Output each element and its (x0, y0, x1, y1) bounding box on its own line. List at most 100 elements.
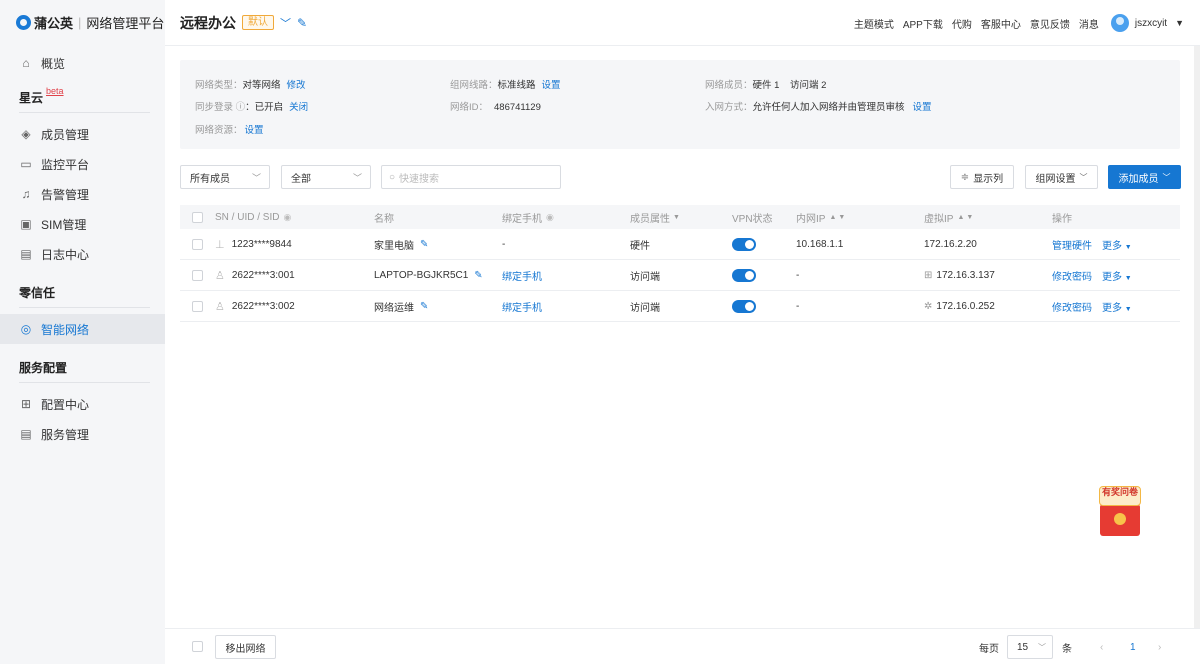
more-dropdown[interactable]: 更多 ▼ (1102, 268, 1132, 283)
user-icon: ♙ (215, 300, 225, 313)
header-label: 绑定手机 (502, 213, 542, 225)
edit-pencil-icon[interactable]: ✎ (420, 301, 428, 312)
vpn-toggle[interactable] (732, 299, 756, 313)
join-method-settings-link[interactable]: 设置 (913, 102, 932, 113)
network-switch-chevron-icon[interactable]: ﹀ (280, 15, 291, 31)
bind-phone-link[interactable]: 绑定手机 (502, 299, 542, 314)
select-value: 所有成员 (190, 173, 230, 185)
info-members: 网络成员：硬件 1 访问端 2 (705, 77, 826, 91)
chevron-down-icon: ﹀ (1038, 642, 1046, 652)
sidebar-item-member-mgmt[interactable]: ◈ 成员管理 (0, 119, 165, 149)
edit-pencil-icon[interactable]: ✎ (420, 239, 428, 250)
change-password-link[interactable]: 修改密码 (1052, 268, 1092, 283)
network-settings-button[interactable]: 组网设置 ﹀ (1025, 165, 1098, 189)
edit-network-name-pencil-icon[interactable]: ✎ (297, 16, 307, 30)
sidebar-item-overview[interactable]: ⌂ 概览 (0, 48, 165, 78)
home-icon: ⌂ (22, 56, 30, 70)
remove-from-network-button[interactable]: 移出网络 (215, 635, 276, 659)
display-columns-button[interactable]: ≑ 显示列 (950, 165, 1014, 189)
survey-promo-button[interactable]: 有奖问卷 (1097, 484, 1143, 538)
eye-icon[interactable]: ◉ (283, 212, 291, 223)
chevron-down-icon: ﹀ (251, 173, 261, 183)
purchase-link[interactable]: 代购 (952, 16, 972, 31)
more-dropdown[interactable]: 更多 ▼ (1102, 237, 1132, 252)
prev-page-icon[interactable]: ‹ (1100, 629, 1103, 664)
cell-attr: 访问端 (630, 302, 660, 314)
button-label: 组网设置 (1035, 173, 1076, 185)
support-center-link[interactable]: 客服中心 (981, 16, 1021, 31)
messages-link[interactable]: 消息 (1079, 16, 1099, 31)
sidebar-item-sim[interactable]: ▣ SIM管理 (0, 209, 165, 239)
add-member-button[interactable]: 添加成员 ﹀ (1108, 165, 1181, 189)
cell-name: LAPTOP-BGJKR5C1 ✎ (374, 260, 483, 290)
theme-mode-link[interactable]: 主题模式 (854, 16, 894, 31)
sidebar-item-label: 成员管理 (41, 127, 90, 142)
cell-attr: 硬件 (630, 240, 650, 252)
sidebar-item-alert[interactable]: ♫ 告警管理 (0, 179, 165, 209)
member-filter-select[interactable]: 所有成员 ﹀ (180, 165, 270, 189)
sidebar-item-service-mgmt[interactable]: ▤ 服务管理 (0, 419, 165, 449)
cell-vpn (732, 260, 756, 290)
next-page-icon[interactable]: › (1158, 629, 1161, 664)
status-filter-select[interactable]: 全部 ﹀ (281, 165, 371, 189)
header-lan-ip[interactable]: 内网IP ▲▼ (796, 205, 847, 229)
sidebar-item-label: 监控平台 (41, 157, 90, 172)
cell-name: 家里电脑 ✎ (374, 229, 428, 259)
change-password-link[interactable]: 修改密码 (1052, 299, 1092, 314)
network-resource-settings-link[interactable]: 设置 (245, 125, 264, 136)
cell-text: 172.16.2.20 (924, 238, 977, 250)
info-value: 对等网络 (242, 80, 281, 91)
sidebar-item-label: 服务管理 (41, 427, 90, 442)
cell-ops: 修改密码 更多 ▼ (1052, 291, 1132, 321)
row-checkbox[interactable] (192, 229, 203, 259)
vpn-toggle[interactable] (732, 237, 756, 251)
cell-name: 网络运维 ✎ (374, 291, 428, 321)
sidebar-item-label: 概览 (41, 56, 66, 71)
edit-pencil-icon[interactable]: ✎ (474, 270, 482, 281)
username[interactable]: jszxcyit (1135, 18, 1167, 29)
page-number-current[interactable]: 1 (1130, 629, 1136, 664)
manage-hardware-link[interactable]: 管理硬件 (1052, 237, 1092, 252)
select-value: 15 (1017, 641, 1029, 653)
user-menu-caret-icon[interactable]: ▼ (1175, 18, 1184, 28)
sidebar-item-log[interactable]: ▤ 日志中心 (0, 239, 165, 269)
sidebar-item-config-center[interactable]: ⊞ 配置中心 (0, 389, 165, 419)
search-input[interactable]: ○ 快速搜索 (381, 165, 561, 189)
header-virtual-ip[interactable]: 虚拟IP ▲▼ (924, 205, 975, 229)
network-icon: ◎ (20, 322, 32, 336)
row-checkbox[interactable] (192, 260, 203, 290)
help-circle-icon[interactable]: ⓘ (233, 102, 246, 113)
per-page-unit: 条 (1062, 643, 1072, 655)
sidebar: 蒲公英 | 网络管理平台 ⌂ 概览 星云 beta ◈ 成员管理 ▭ 监控平台 … (0, 0, 165, 664)
footer-select-all-checkbox[interactable] (192, 641, 203, 652)
brand-logo-icon (16, 14, 31, 30)
info-label: 网络成员： (705, 80, 753, 91)
search-placeholder: 快速搜索 (399, 173, 440, 185)
bind-phone-link[interactable]: 绑定手机 (502, 268, 542, 283)
cell-text: 家里电脑 (374, 240, 414, 252)
info-value: 硬件 1 访问端 2 (752, 80, 827, 91)
eye-icon[interactable]: ◉ (546, 212, 554, 223)
page-scrollbar[interactable] (1194, 46, 1200, 628)
modify-network-type-link[interactable]: 修改 (287, 80, 306, 91)
more-dropdown[interactable]: 更多 ▼ (1102, 299, 1132, 314)
brand[interactable]: 蒲公英 | 网络管理平台 (0, 0, 165, 44)
route-settings-link[interactable]: 设置 (542, 80, 561, 91)
cell-text: 172.16.0.252 (936, 300, 995, 312)
info-label: 同步登录 (195, 102, 234, 113)
filter-caret-icon: ▼ (673, 213, 680, 221)
disable-sync-login-link[interactable]: 关闭 (289, 102, 308, 113)
vpn-toggle[interactable] (732, 268, 756, 282)
header-attr[interactable]: 成员属性 ▼ (630, 205, 680, 229)
sidebar-item-monitor[interactable]: ▭ 监控平台 (0, 149, 165, 179)
app-download-link[interactable]: APP下载 (903, 16, 943, 31)
layers-icon: ◈ (21, 127, 31, 141)
avatar[interactable] (1110, 14, 1129, 32)
feedback-link[interactable]: 意见反馈 (1030, 16, 1070, 31)
select-all-checkbox[interactable] (192, 205, 203, 229)
cell-text: 2622****3:001 (231, 269, 295, 281)
sidebar-item-smart-network[interactable]: ◎ 智能网络 (0, 314, 165, 344)
per-page-select[interactable]: 15 ﹀ (1007, 629, 1053, 664)
members-table: SN / UID / SID ◉ 名称 绑定手机 ◉ 成员属性 ▼ VPN状态 内网I… (180, 205, 1180, 322)
row-checkbox[interactable] (192, 291, 203, 321)
